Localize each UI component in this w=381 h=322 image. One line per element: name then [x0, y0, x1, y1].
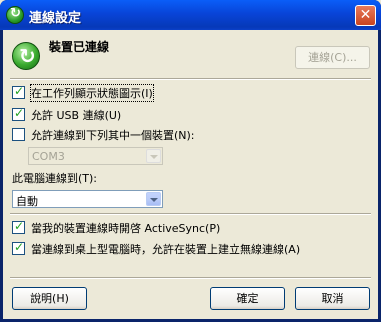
title-bar[interactable]: 連線設定 ✕ — [0, 0, 381, 30]
allow-usb-label: 允許 USB 連線(U) — [31, 108, 122, 122]
allow-device-checkbox[interactable] — [12, 128, 25, 141]
dialog-body: 裝置已連線 連線(C)... 在工作列顯示狀態圖示(I) 允許 USB 連線(U… — [3, 30, 378, 319]
show-status-icon-option[interactable]: 在工作列顯示狀態圖示(I) — [12, 83, 154, 102]
chevron-down-icon[interactable] — [146, 192, 161, 206]
connect-button[interactable]: 連線(C)... — [295, 46, 370, 69]
chevron-down-icon[interactable] — [146, 149, 161, 163]
wireless-option[interactable]: 當連線到桌上型電腦時，允許在裝置上建立無線連線(A) — [12, 240, 301, 256]
com-port-value: COM3 — [32, 150, 65, 163]
show-status-icon-label: 在工作列顯示狀態圖示(I) — [30, 83, 154, 102]
connection-settings-window: 連線設定 ✕ 裝置已連線 連線(C)... 在工作列顯示狀態圖示(I) 允許 U… — [0, 0, 381, 322]
pc-connect-value: 自動 — [16, 195, 38, 208]
pc-connect-label: 此電腦連線到(T): — [12, 172, 98, 185]
com-port-select[interactable]: COM3 — [28, 147, 163, 165]
activesync-option[interactable]: 當我的裝置連線時開啓 ActiveSync(P) — [12, 219, 221, 235]
divider — [10, 277, 371, 279]
connected-status-icon — [12, 42, 40, 70]
help-button[interactable]: 說明(H) — [12, 287, 87, 310]
allow-device-option[interactable]: 允許連線到下列其中一個裝置(N): — [12, 127, 195, 142]
wireless-label: 當連線到桌上型電腦時，允許在裝置上建立無線連線(A) — [31, 242, 301, 256]
wireless-checkbox[interactable] — [12, 240, 25, 255]
connection-status-text: 裝置已連線 — [49, 40, 110, 54]
divider — [10, 213, 371, 215]
close-button[interactable]: ✕ — [355, 5, 376, 26]
divider — [10, 78, 371, 80]
activesync-checkbox[interactable] — [12, 219, 25, 234]
sync-icon — [6, 6, 24, 24]
activesync-label: 當我的裝置連線時開啓 ActiveSync(P) — [31, 221, 221, 235]
allow-device-label: 允許連線到下列其中一個裝置(N): — [31, 128, 195, 142]
pc-connect-select[interactable]: 自動 — [12, 190, 163, 208]
cancel-button[interactable]: 取消 — [295, 287, 370, 310]
ok-button[interactable]: 確定 — [210, 287, 285, 310]
window-title: 連線設定 — [29, 11, 82, 26]
allow-usb-checkbox[interactable] — [12, 106, 25, 121]
show-status-icon-checkbox[interactable] — [12, 84, 25, 99]
allow-usb-option[interactable]: 允許 USB 連線(U) — [12, 106, 122, 122]
